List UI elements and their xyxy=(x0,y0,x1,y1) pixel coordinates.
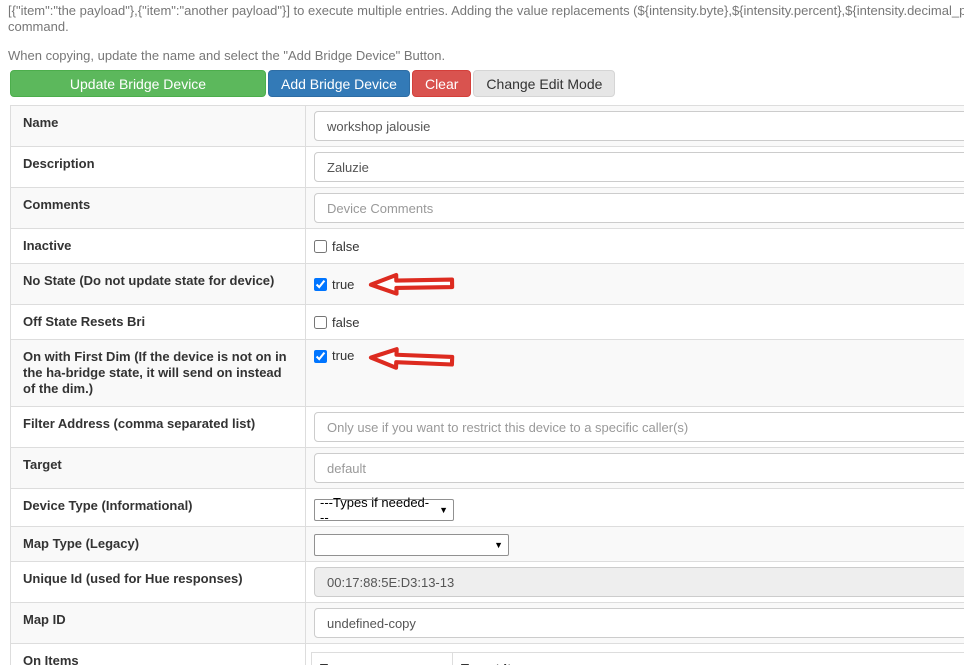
row-target: Target xyxy=(11,448,964,489)
unique-id-input xyxy=(314,567,964,597)
device-type-label: Device Type (Informational) xyxy=(11,489,306,526)
on-items-target-header: Target Item xyxy=(452,652,964,665)
comments-input[interactable] xyxy=(314,193,964,223)
device-form-table: Name Description Comments Inactive false xyxy=(10,105,964,665)
on-first-dim-label: On with First Dim (If the device is not … xyxy=(11,340,306,406)
map-id-label: Map ID xyxy=(11,603,306,643)
change-edit-mode-button[interactable]: Change Edit Mode xyxy=(473,70,616,97)
row-comments: Comments xyxy=(11,188,964,229)
intro-paragraph: [{"item":"the payload"},{"item":"another… xyxy=(0,0,964,35)
select-caret-icon: ▼ xyxy=(439,505,448,515)
row-name: Name xyxy=(11,106,964,147)
row-inactive: Inactive false xyxy=(11,229,964,264)
row-off-state: Off State Resets Bri false xyxy=(11,305,964,340)
row-unique-id: Unique Id (used for Hue responses) xyxy=(11,562,964,603)
row-on-items: On Items Type Target Item xyxy=(11,644,964,665)
copy-note: When copying, update the name and select… xyxy=(8,48,446,63)
device-type-selected-value: ---Types if needed--- xyxy=(320,495,430,525)
device-type-select[interactable]: ---Types if needed--- ▼ xyxy=(314,495,454,525)
row-filter-address: Filter Address (comma separated list) xyxy=(11,407,964,448)
on-first-dim-checkbox[interactable] xyxy=(314,350,327,363)
inactive-label: Inactive xyxy=(11,229,306,263)
select-caret-icon: ▼ xyxy=(494,540,503,550)
description-input[interactable] xyxy=(314,152,964,182)
filter-address-label: Filter Address (comma separated list) xyxy=(11,407,306,447)
off-state-label: Off State Resets Bri xyxy=(11,305,306,339)
on-items-label: On Items xyxy=(11,644,306,665)
map-type-select[interactable]: ▼ xyxy=(314,534,509,556)
unique-id-label: Unique Id (used for Hue responses) xyxy=(11,562,306,602)
row-no-state: No State (Do not update state for device… xyxy=(11,264,964,305)
comments-label: Comments xyxy=(11,188,306,228)
inactive-checkbox-label: false xyxy=(332,238,360,254)
no-state-checkbox-label: true xyxy=(332,276,355,292)
toolbar: Update Bridge Device Add Bridge Device C… xyxy=(10,70,964,97)
map-type-label: Map Type (Legacy) xyxy=(11,527,306,561)
on-first-dim-checkbox-label: true xyxy=(332,348,355,363)
row-map-type: Map Type (Legacy) ▼ xyxy=(11,527,964,562)
bridge-device-edit-page: [{"item":"the payload"},{"item":"another… xyxy=(0,0,964,665)
update-bridge-device-button[interactable]: Update Bridge Device xyxy=(10,70,266,97)
off-state-checkbox[interactable] xyxy=(314,315,327,329)
row-on-first-dim: On with First Dim (If the device is not … xyxy=(11,340,964,407)
target-input[interactable] xyxy=(314,453,964,483)
on-items-table: Type Target Item ▼ xyxy=(311,652,964,665)
red-arrow-annotation-icon xyxy=(369,347,455,370)
intro-line-2: command. xyxy=(8,19,69,34)
add-bridge-device-button[interactable]: Add Bridge Device xyxy=(268,70,410,97)
map-id-input[interactable] xyxy=(314,608,964,638)
name-label: Name xyxy=(11,106,306,146)
intro-line-1: [{"item":"the payload"},{"item":"another… xyxy=(8,3,964,18)
off-state-checkbox-label: false xyxy=(332,314,360,330)
name-input[interactable] xyxy=(314,111,964,141)
description-label: Description xyxy=(11,147,306,187)
target-label: Target xyxy=(11,448,306,488)
red-arrow-annotation-icon xyxy=(369,272,455,296)
row-device-type: Device Type (Informational) ---Types if … xyxy=(11,489,964,527)
on-items-type-header: Type xyxy=(311,652,453,665)
row-map-id: Map ID xyxy=(11,603,964,644)
row-description: Description xyxy=(11,147,964,188)
clear-button[interactable]: Clear xyxy=(411,70,472,97)
filter-address-input[interactable] xyxy=(314,412,964,442)
no-state-label: No State (Do not update state for device… xyxy=(11,264,306,304)
no-state-checkbox[interactable] xyxy=(314,277,327,291)
inactive-checkbox[interactable] xyxy=(314,239,327,253)
